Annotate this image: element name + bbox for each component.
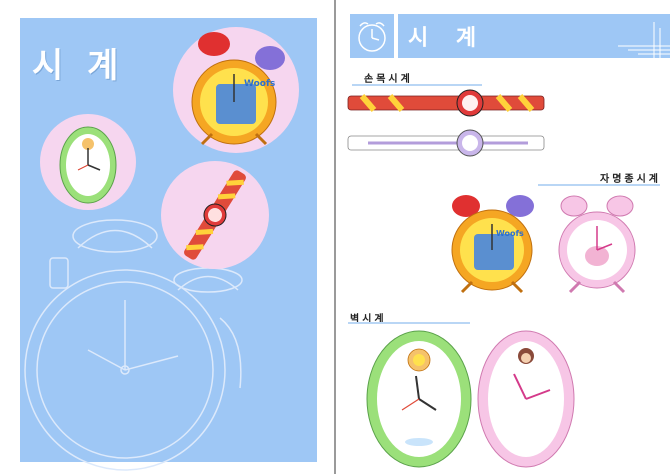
orange-alarm-clock-illustration: Woofs <box>451 195 534 294</box>
alarm-clock-illustration: Woofs <box>173 27 299 153</box>
header-icon-box <box>350 14 394 58</box>
right-page: 시 계 손목시계 자명종시계 Woofs 벽시계 <box>336 0 670 474</box>
section-label-alarm-clock: 자명종시계 <box>600 174 661 185</box>
white-wristwatch-illustration <box>347 129 545 157</box>
left-page: 시 계 Woofs <box>0 0 334 474</box>
wristwatch-illustration <box>161 161 269 269</box>
green-wall-clock-illustration <box>366 330 472 468</box>
section-underline-wristwatch <box>352 84 482 86</box>
svg-text:Woofs: Woofs <box>244 79 275 89</box>
section-underline-wall-clock <box>348 322 470 324</box>
svg-text:Woofs: Woofs <box>496 229 524 238</box>
cover-panel: 시 계 Woofs <box>20 18 317 471</box>
section-label-wristwatch: 손목시계 <box>364 74 413 85</box>
red-wristwatch-illustration <box>347 89 545 117</box>
alarm-clock-icon <box>358 22 386 52</box>
section-underline-alarm-clock <box>538 184 660 186</box>
page-title: 시 계 <box>408 26 487 51</box>
pink-wall-clock-illustration <box>477 330 575 468</box>
oval-clock-illustration <box>40 114 136 210</box>
pink-alarm-clock-illustration <box>558 195 636 294</box>
